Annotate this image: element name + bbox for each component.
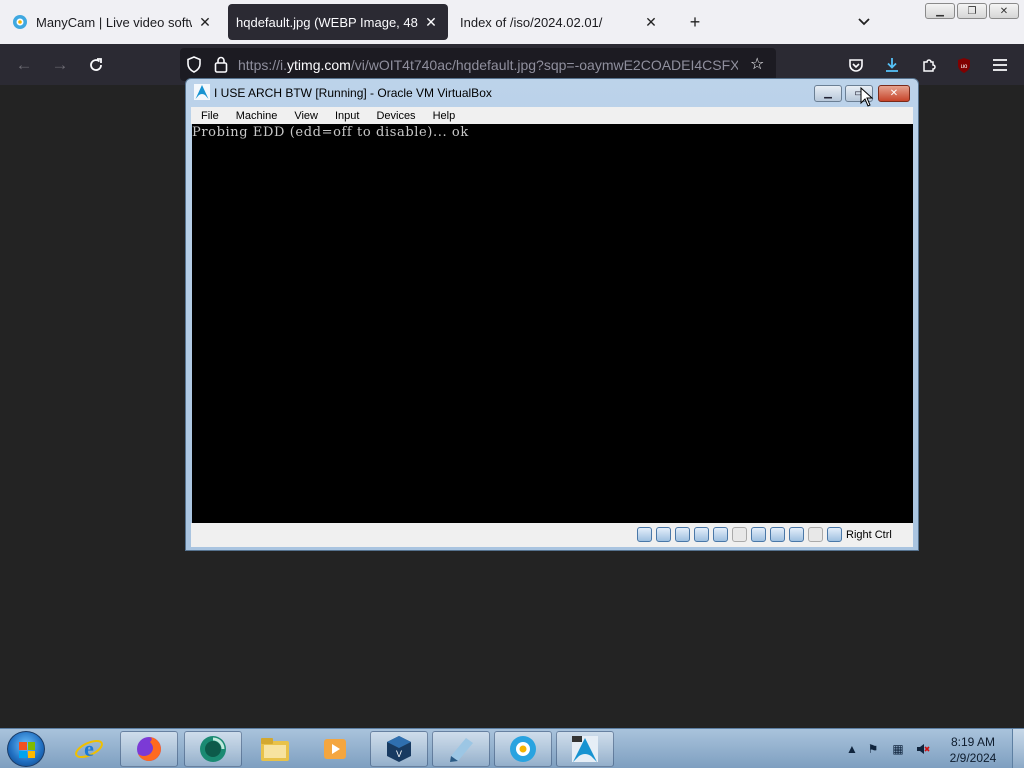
- close-tab-icon[interactable]: ✕: [422, 13, 440, 31]
- virtualbox-vm-window[interactable]: I USE ARCH BTW [Running] - Oracle VM Vir…: [185, 78, 919, 551]
- browser-close-button[interactable]: ✕: [989, 3, 1019, 19]
- taskbar-virtualbox[interactable]: V: [370, 731, 428, 767]
- tab-title: Index of /iso/2024.02.01/: [460, 14, 603, 30]
- svg-text:uo: uo: [961, 64, 968, 70]
- pocket-icon[interactable]: [844, 53, 868, 77]
- tab-hqdefault[interactable]: hqdefault.jpg (WEBP Image, 480 × 360 pix…: [228, 4, 448, 40]
- svg-text:e: e: [84, 736, 94, 761]
- network-icon[interactable]: [694, 527, 709, 542]
- menu-view[interactable]: View: [294, 110, 318, 122]
- vm-minimize-button[interactable]: ▁: [814, 85, 842, 102]
- taskbar-internet-explorer[interactable]: e: [60, 731, 118, 767]
- tab-manycam[interactable]: ManyCam | Live video software ✕: [4, 4, 222, 40]
- arch-linux-icon: [194, 84, 210, 100]
- internet-explorer-icon: e: [75, 736, 103, 761]
- start-button[interactable]: [7, 731, 45, 767]
- menu-machine[interactable]: Machine: [236, 110, 278, 122]
- media-player-icon: [324, 739, 346, 759]
- volume-muted-icon[interactable]: [916, 742, 930, 756]
- list-all-tabs-icon[interactable]: [854, 12, 874, 32]
- browser-minimize-button[interactable]: ▁: [925, 3, 955, 19]
- reload-icon[interactable]: [84, 53, 108, 77]
- url-scheme: https://i.: [238, 57, 288, 73]
- close-tab-icon[interactable]: ✕: [642, 13, 660, 31]
- taskbar-file-explorer[interactable]: [246, 731, 304, 767]
- close-tab-icon[interactable]: ✕: [196, 13, 214, 31]
- display-icon[interactable]: [751, 527, 766, 542]
- tracking-protection-shield-icon[interactable]: [186, 56, 202, 73]
- svg-text:V: V: [396, 749, 402, 759]
- notepad-icon: [450, 738, 473, 762]
- optical-drive-icon[interactable]: [656, 527, 671, 542]
- shared-folders-icon[interactable]: [732, 527, 747, 542]
- clock-time: 8:19 AM: [950, 735, 996, 749]
- url-host: ytimg.com: [287, 57, 351, 73]
- recording-icon[interactable]: [770, 527, 785, 542]
- taskbar-media-player[interactable]: [306, 731, 364, 767]
- taskbar-arch-iso[interactable]: [556, 731, 614, 767]
- bookmark-star-icon[interactable]: ☆: [750, 54, 764, 74]
- lock-icon[interactable]: [214, 56, 228, 73]
- hamburger-menu-icon[interactable]: [988, 53, 1012, 77]
- forward-arrow-icon[interactable]: →: [48, 53, 72, 77]
- mouse-cursor-icon: [860, 87, 874, 107]
- tab-title: ManyCam | Live video software: [36, 14, 192, 30]
- taskbar-manycam-browser[interactable]: [184, 731, 242, 767]
- vm-guest-display[interactable]: Probing EDD (edd=off to disable)... ok: [192, 124, 913, 523]
- browser-restore-button[interactable]: ❐: [957, 3, 987, 19]
- network-status-icon[interactable]: ▦: [891, 742, 905, 756]
- url-bar[interactable]: https://i.ytimg.com/vi/wOIT4t740ac/hqdef…: [180, 48, 776, 81]
- system-clock[interactable]: 8:19 AM 2/9/2024: [940, 734, 1006, 766]
- vm-window-title: I USE ARCH BTW [Running] - Oracle VM Vir…: [214, 86, 492, 100]
- menu-file[interactable]: File: [201, 110, 219, 122]
- virtualbox-icon: V: [387, 736, 411, 762]
- file-explorer-icon: [261, 738, 289, 761]
- tab-iso-index[interactable]: Index of /iso/2024.02.01/ ✕: [452, 4, 668, 40]
- new-tab-icon[interactable]: +: [685, 12, 705, 32]
- vm-status-bar: Right Ctrl: [191, 523, 913, 547]
- tab-strip: ManyCam | Live video software ✕ hqdefaul…: [0, 0, 1024, 44]
- audio-icon[interactable]: [675, 527, 690, 542]
- taskbar-notepad[interactable]: [432, 731, 490, 767]
- firefox-icon: [137, 737, 161, 761]
- taskbar: e V ▲ ⚑ ▦ 8:19 AM 2/9/2024: [0, 728, 1024, 768]
- extensions-puzzle-icon[interactable]: [917, 53, 941, 77]
- keyboard-capture-icon[interactable]: [827, 527, 842, 542]
- downloads-icon[interactable]: [880, 53, 904, 77]
- action-center-flag-icon[interactable]: ⚑: [866, 742, 880, 756]
- url-text[interactable]: https://i.ytimg.com/vi/wOIT4t740ac/hqdef…: [238, 57, 738, 73]
- console-output: Probing EDD (edd=off to disable)... ok: [192, 125, 469, 140]
- hard-disk-icon[interactable]: [637, 527, 652, 542]
- host-key-label: Right Ctrl: [846, 529, 892, 541]
- url-path: /vi/wOIT4t740ac/hqdefault.jpg?sqp=-oaymw…: [350, 57, 738, 73]
- manycam-icon: [200, 736, 226, 762]
- menu-help[interactable]: Help: [433, 110, 456, 122]
- usb-icon[interactable]: [713, 527, 728, 542]
- taskbar-manycam[interactable]: [494, 731, 552, 767]
- tab-title: hqdefault.jpg (WEBP Image, 480 × 360 pix…: [236, 14, 418, 30]
- windows-logo-icon: [19, 742, 35, 758]
- manycam-favicon-icon: [13, 15, 27, 29]
- clock-date: 2/9/2024: [949, 751, 997, 765]
- arch-iso-icon: [572, 736, 598, 762]
- back-arrow-icon[interactable]: ←: [12, 53, 36, 77]
- menu-input[interactable]: Input: [335, 110, 359, 122]
- menu-devices[interactable]: Devices: [376, 110, 415, 122]
- manycam-app-icon: [510, 736, 536, 762]
- taskbar-firefox[interactable]: [120, 731, 178, 767]
- show-hidden-icons-icon[interactable]: ▲: [845, 742, 859, 756]
- virtualization-icon[interactable]: [789, 527, 804, 542]
- vm-close-button[interactable]: ✕: [878, 85, 910, 102]
- vm-menu-bar: File Machine View Input Devices Help: [191, 107, 913, 124]
- show-desktop-button[interactable]: [1012, 729, 1024, 768]
- ublock-origin-icon[interactable]: uo: [952, 53, 976, 77]
- mouse-integration-icon[interactable]: [808, 527, 823, 542]
